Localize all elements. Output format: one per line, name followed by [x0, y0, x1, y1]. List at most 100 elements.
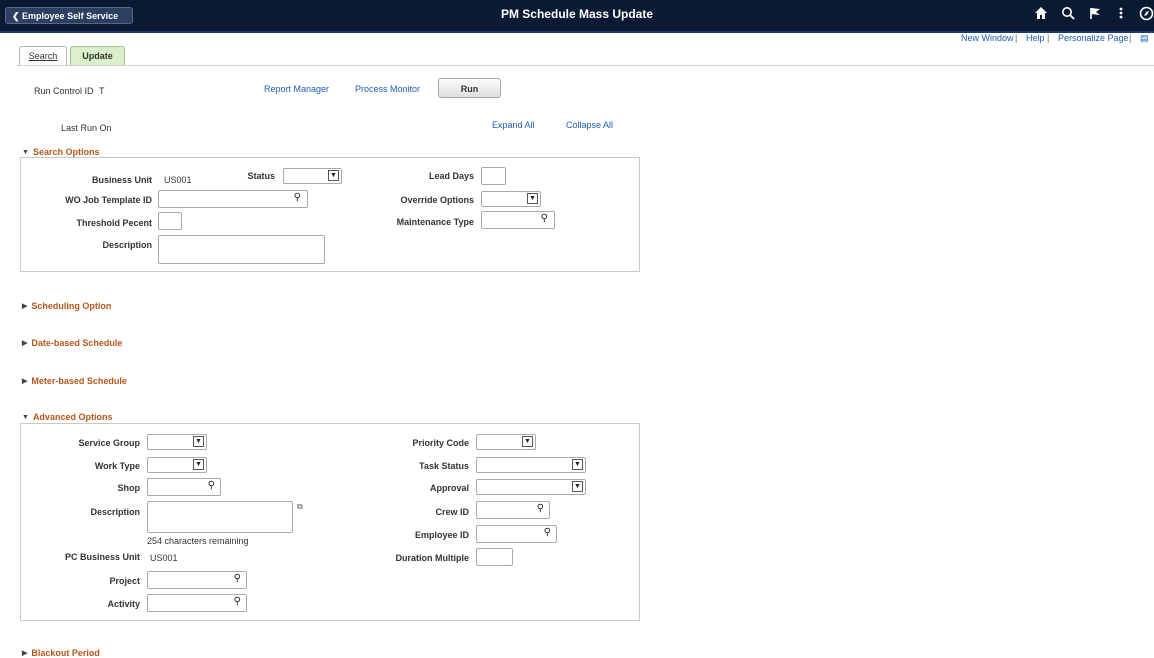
page-title: PM Schedule Mass Update: [500, 7, 654, 21]
date-based-schedule-title: Date-based Schedule: [31, 338, 123, 348]
separator: |: [1129, 33, 1132, 43]
status-label: Status: [247, 171, 275, 181]
priority-code-select[interactable]: ▼: [476, 434, 536, 450]
header-banner: ❮ Employee Self Service PM Schedule Mass…: [0, 0, 1154, 33]
override-options-select[interactable]: ▼: [481, 191, 541, 207]
advanced-options-title: Advanced Options: [32, 412, 113, 422]
collapsed-triangle-icon: ▶: [22, 303, 28, 310]
tab-update-label: Update: [82, 51, 113, 61]
scheduling-option-header[interactable]: ▶ Scheduling Option: [22, 301, 111, 311]
service-group-label: Service Group: [78, 438, 140, 448]
blackout-period-header[interactable]: ▶ Blackout Period: [22, 648, 100, 658]
duration-multiple-label: Duration Multiple: [395, 553, 470, 563]
tab-search[interactable]: Search: [19, 46, 67, 65]
override-options-label: Override Options: [400, 195, 474, 205]
pc-business-unit-value: US001: [150, 553, 178, 563]
run-button[interactable]: Run: [438, 78, 501, 98]
more-icon[interactable]: [1114, 6, 1128, 24]
collapsed-triangle-icon: ▶: [22, 378, 28, 385]
chevron-down-icon: ▼: [527, 193, 538, 204]
shop-label: Shop: [117, 483, 141, 493]
activity-input[interactable]: ⚲: [147, 594, 247, 612]
home-icon[interactable]: [1033, 6, 1049, 24]
meter-based-schedule-title: Meter-based Schedule: [31, 376, 127, 386]
lead-days-label: Lead Days: [428, 171, 474, 181]
employee-id-label: Employee ID: [414, 530, 469, 540]
activity-label: Activity: [107, 599, 140, 609]
lookup-icon[interactable]: ⚲: [294, 192, 301, 203]
chevron-down-icon: ▼: [328, 170, 339, 181]
help-link[interactable]: Help: [1026, 33, 1045, 43]
wo-job-template-input[interactable]: ⚲: [158, 190, 308, 208]
chevron-down-icon: ▼: [572, 481, 583, 492]
description-label: Description: [102, 240, 152, 250]
chevron-down-icon: ▼: [193, 459, 204, 470]
lookup-icon[interactable]: ⚲: [208, 480, 215, 491]
lookup-icon[interactable]: ⚲: [234, 573, 241, 584]
search-options-header[interactable]: ▼ Search Options: [22, 147, 99, 157]
lead-days-input[interactable]: [481, 167, 506, 185]
pc-business-unit-label: PC Business Unit: [64, 552, 140, 562]
blackout-period-title: Blackout Period: [31, 648, 100, 658]
approval-select[interactable]: ▼: [476, 479, 586, 495]
flag-icon[interactable]: [1087, 6, 1103, 24]
tab-update[interactable]: Update: [70, 46, 125, 65]
process-monitor-link[interactable]: Process Monitor: [355, 84, 420, 94]
wo-job-template-label: WO Job Template ID: [65, 195, 152, 205]
adv-description-label: Description: [90, 507, 140, 517]
lookup-icon[interactable]: ⚲: [537, 503, 544, 514]
lookup-icon[interactable]: ⚲: [541, 213, 548, 224]
shop-input[interactable]: ⚲: [147, 478, 221, 496]
work-type-label: Work Type: [94, 461, 140, 471]
approval-label: Approval: [429, 483, 469, 493]
work-type-select[interactable]: ▼: [147, 457, 207, 473]
advanced-options-group: [20, 423, 640, 621]
duration-multiple-input[interactable]: [476, 548, 513, 566]
expand-textarea-icon[interactable]: ⧉: [297, 502, 303, 512]
expand-all-link[interactable]: Expand All: [492, 120, 535, 130]
task-status-label: Task Status: [419, 461, 469, 471]
project-input[interactable]: ⚲: [147, 571, 247, 589]
separator: |: [1047, 33, 1050, 43]
report-manager-link[interactable]: Report Manager: [264, 84, 329, 94]
date-based-schedule-header[interactable]: ▶ Date-based Schedule: [22, 338, 122, 348]
personalize-page-link[interactable]: Personalize Page: [1058, 33, 1129, 43]
expanded-triangle-icon: ▼: [22, 414, 29, 421]
search-icon[interactable]: [1060, 6, 1076, 24]
navbar-icon[interactable]: [1139, 6, 1154, 24]
new-window-link[interactable]: New Window: [961, 33, 1014, 43]
maintenance-type-label: Maintenance Type: [396, 217, 474, 227]
page-menu-icon[interactable]: ▤: [1140, 33, 1149, 44]
run-control-value: T: [99, 86, 105, 96]
chevron-down-icon: ▼: [193, 436, 204, 447]
service-group-select[interactable]: ▼: [147, 434, 207, 450]
status-select[interactable]: ▼: [283, 168, 342, 184]
business-unit-value: US001: [164, 175, 192, 185]
search-options-title: Search Options: [32, 147, 100, 157]
advanced-options-header[interactable]: ▼ Advanced Options: [22, 412, 112, 422]
characters-remaining: 254 characters remaining: [147, 536, 249, 546]
expanded-triangle-icon: ▼: [22, 149, 29, 156]
meter-based-schedule-header[interactable]: ▶ Meter-based Schedule: [22, 376, 127, 386]
priority-code-label: Priority Code: [412, 438, 469, 448]
description-field[interactable]: [158, 235, 325, 264]
collapsed-triangle-icon: ▶: [22, 650, 28, 657]
business-unit-label: Business Unit: [91, 175, 152, 185]
collapse-all-link[interactable]: Collapse All: [566, 120, 613, 130]
chevron-down-icon: ▼: [522, 436, 533, 447]
last-run-label: Last Run On: [61, 123, 112, 133]
task-status-select[interactable]: ▼: [476, 457, 586, 473]
adv-description-field[interactable]: [147, 501, 293, 533]
crew-id-input[interactable]: ⚲: [476, 501, 550, 519]
crew-id-label: Crew ID: [435, 507, 469, 517]
separator: |: [1015, 33, 1018, 43]
tab-search-label: Search: [28, 51, 58, 61]
tab-divider: [17, 65, 1154, 66]
threshold-percent-label: Threshold Pecent: [76, 218, 152, 228]
lookup-icon[interactable]: ⚲: [544, 527, 551, 538]
threshold-percent-input[interactable]: [158, 212, 182, 230]
maintenance-type-input[interactable]: ⚲: [481, 211, 555, 229]
lookup-icon[interactable]: ⚲: [234, 596, 241, 607]
employee-id-input[interactable]: ⚲: [476, 525, 557, 543]
run-control-label: Run Control ID: [34, 86, 94, 96]
